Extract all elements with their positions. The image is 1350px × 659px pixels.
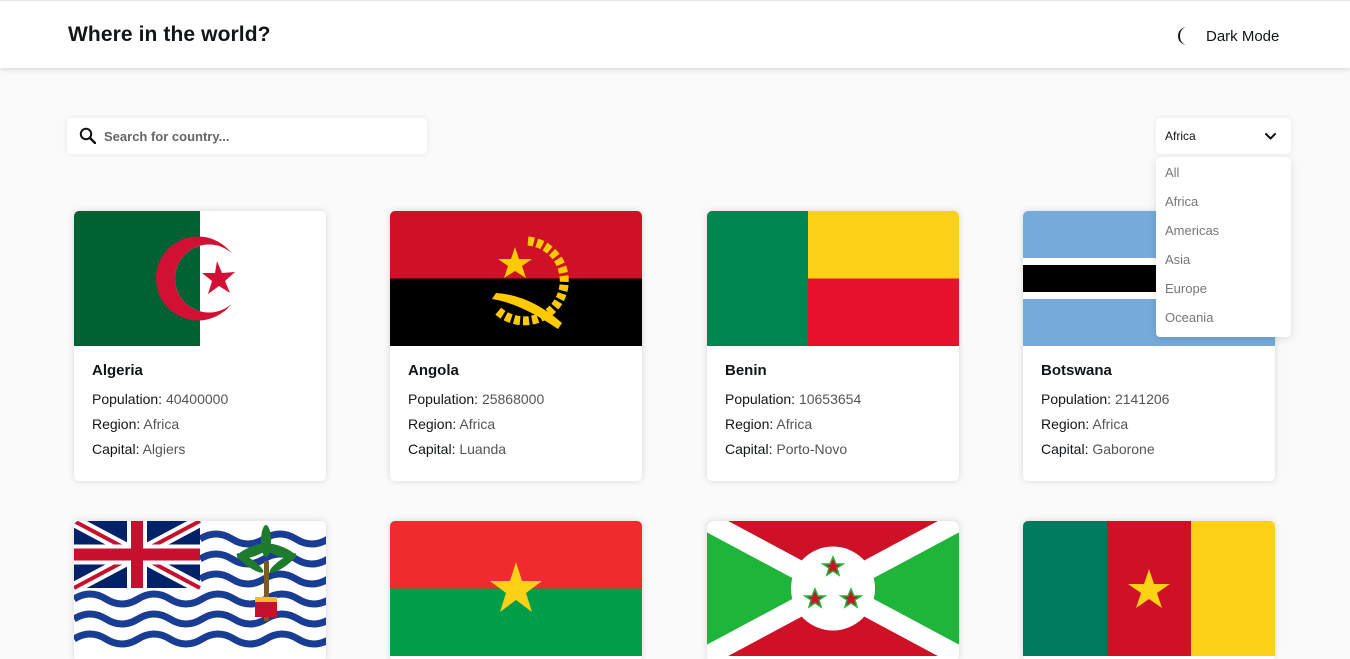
capital-line: Capital: Gaborone bbox=[1041, 441, 1155, 457]
country-name: Algeria bbox=[92, 362, 143, 379]
population-label: Population: bbox=[92, 391, 163, 407]
burkina-faso-flag bbox=[390, 521, 642, 656]
region-label: Region: bbox=[408, 416, 457, 432]
region-line: Region: Africa bbox=[725, 416, 812, 432]
search-input[interactable] bbox=[104, 126, 404, 146]
country-name: Angola bbox=[408, 362, 459, 379]
population-line: Population: 25868000 bbox=[408, 391, 544, 407]
country-card-cameroon[interactable] bbox=[1023, 521, 1275, 659]
population-label: Population: bbox=[408, 391, 479, 407]
country-card-burundi[interactable] bbox=[707, 521, 959, 659]
population-line: Population: 40400000 bbox=[92, 391, 228, 407]
dark-mode-label: Dark Mode bbox=[1206, 27, 1280, 45]
capital-label: Capital: bbox=[408, 441, 456, 457]
page-title: Where in the world? bbox=[68, 23, 271, 46]
region-option-africa[interactable]: Africa bbox=[1165, 193, 1198, 211]
population-line: Population: 2141206 bbox=[1041, 391, 1169, 407]
chevron-down-icon bbox=[1265, 133, 1276, 140]
capital-line: Capital: Algiers bbox=[92, 441, 185, 457]
capital-value: Porto-Novo bbox=[776, 441, 848, 457]
country-card-angola[interactable]: Angola Population: 25868000 Region: Afri… bbox=[390, 211, 642, 481]
population-value: 10653654 bbox=[798, 391, 862, 407]
region-option-europe[interactable]: Europe bbox=[1165, 280, 1207, 298]
algeria-flag bbox=[74, 211, 326, 346]
region-option-asia[interactable]: Asia bbox=[1165, 251, 1190, 269]
population-line: Population: 10653654 bbox=[725, 391, 861, 407]
burundi-flag bbox=[707, 521, 959, 656]
region-value: Africa bbox=[459, 416, 496, 432]
region-value: Africa bbox=[776, 416, 813, 432]
region-line: Region: Africa bbox=[92, 416, 179, 432]
search-icon bbox=[79, 127, 96, 144]
capital-line: Capital: Luanda bbox=[408, 441, 506, 457]
country-name: Botswana bbox=[1041, 362, 1112, 379]
moon-icon bbox=[1178, 27, 1187, 45]
capital-label: Capital: bbox=[725, 441, 773, 457]
region-filter-value: Africa bbox=[1165, 129, 1196, 143]
country-card-british-indian-ocean-territory[interactable] bbox=[74, 521, 326, 659]
capital-line: Capital: Porto-Novo bbox=[725, 441, 847, 457]
capital-value: Luanda bbox=[459, 441, 507, 457]
header: Where in the world? Dark Mode bbox=[0, 0, 1350, 68]
population-value: 2141206 bbox=[1114, 391, 1170, 407]
dark-mode-toggle[interactable]: Dark Mode bbox=[1176, 25, 1279, 47]
british-indian-ocean-territory-flag bbox=[74, 521, 326, 656]
region-line: Region: Africa bbox=[408, 416, 495, 432]
search-box[interactable] bbox=[67, 118, 427, 154]
population-label: Population: bbox=[1041, 391, 1112, 407]
region-option-americas[interactable]: Americas bbox=[1165, 222, 1219, 240]
region-value: Africa bbox=[1092, 416, 1129, 432]
capital-value: Gaborone bbox=[1092, 441, 1155, 457]
population-value: 25868000 bbox=[481, 391, 545, 407]
cameroon-flag bbox=[1023, 521, 1275, 656]
angola-flag bbox=[390, 211, 642, 346]
region-label: Region: bbox=[92, 416, 141, 432]
population-label: Population: bbox=[725, 391, 796, 407]
capital-label: Capital: bbox=[92, 441, 140, 457]
region-filter-select[interactable]: Africa bbox=[1156, 118, 1291, 154]
region-value: Africa bbox=[143, 416, 180, 432]
country-card-algeria[interactable]: Algeria Population: 40400000 Region: Afr… bbox=[74, 211, 326, 481]
region-dropdown-menu: All Africa Americas Asia Europe Oceania bbox=[1156, 157, 1291, 337]
country-name: Benin bbox=[725, 362, 767, 379]
capital-label: Capital: bbox=[1041, 441, 1089, 457]
country-card-burkina-faso[interactable] bbox=[390, 521, 642, 659]
region-option-all[interactable]: All bbox=[1165, 164, 1179, 182]
region-label: Region: bbox=[1041, 416, 1090, 432]
benin-flag bbox=[707, 211, 959, 346]
region-option-oceania[interactable]: Oceania bbox=[1165, 309, 1213, 327]
population-value: 40400000 bbox=[165, 391, 229, 407]
country-card-benin[interactable]: Benin Population: 10653654 Region: Afric… bbox=[707, 211, 959, 481]
region-line: Region: Africa bbox=[1041, 416, 1128, 432]
region-label: Region: bbox=[725, 416, 774, 432]
capital-value: Algiers bbox=[142, 441, 186, 457]
